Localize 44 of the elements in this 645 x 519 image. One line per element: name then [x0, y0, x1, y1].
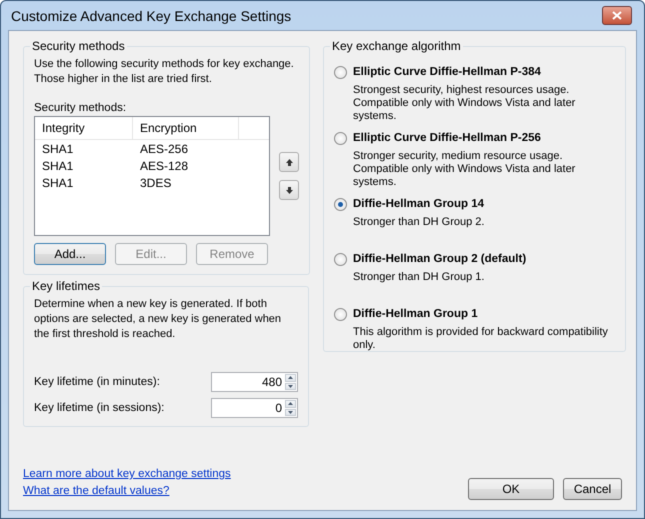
radio-button[interactable]	[334, 198, 347, 210]
security-methods-list[interactable]: Integrity Encryption SHA1 AES-256 SHA1 AES-128 SHA1 3DES	[34, 116, 270, 236]
radio-button[interactable]	[334, 66, 347, 78]
move-down-button[interactable]	[279, 180, 299, 200]
help-link[interactable]: What are the default values?	[23, 483, 170, 500]
option-description: This algorithm is provided for backward compatibility only.	[353, 326, 608, 353]
radio-button[interactable]	[334, 252, 347, 266]
group-title: Key exchange algorithm	[331, 39, 462, 53]
table-cell-text: 3DES	[139, 176, 172, 190]
close-icon	[612, 11, 622, 20]
down-arrow-icon	[286, 186, 292, 194]
dialog-button[interactable]: Cancel	[563, 478, 622, 500]
radio-option[interactable]: Diffie-Hellman Group 1	[334, 305, 615, 323]
option-description: Stronger security, medium resource usage. Compatible only with Windows Vista and later systems.	[353, 150, 576, 189]
field-label: Key lifetime (in sessions):	[34, 402, 164, 414]
group-title: Key lifetimes	[31, 279, 102, 293]
help-link[interactable]: Learn more about key exchange settings	[23, 466, 231, 483]
column-header[interactable]: Integrity	[35, 117, 133, 139]
table-cell-text: AES-128	[139, 158, 190, 172]
radio-option[interactable]: Diffie-Hellman Group 2 (default)	[334, 250, 615, 268]
list-label: Security methods:	[34, 102, 128, 114]
table-cell-text: SHA1	[41, 176, 74, 190]
table-cell-text: SHA1	[41, 142, 74, 156]
option-description: Stronger than DH Group 2.	[353, 216, 486, 230]
radio-option[interactable]: Diffie-Hellman Group 14	[334, 195, 615, 213]
option-description: Stronger than DH Group 1.	[353, 271, 486, 285]
table-cell-text: SHA1	[41, 158, 74, 172]
field-label: Key lifetime (in minutes):	[34, 376, 160, 388]
move-up-button[interactable]	[279, 152, 299, 172]
up-arrow-icon	[286, 158, 292, 166]
column-header[interactable]: Encryption	[133, 117, 239, 139]
list-action-button[interactable]: Add...	[34, 243, 106, 265]
dialog-button[interactable]: OK	[468, 478, 554, 500]
radio-button[interactable]	[334, 308, 347, 320]
window-title: Customize Advanced Key Exchange Settings	[11, 8, 292, 24]
option-description: Strongest security, highest resources usage. Compatible only with Windows Vista and later systems.	[353, 84, 576, 123]
close-button[interactable]	[602, 6, 632, 25]
radio-button[interactable]	[334, 132, 347, 144]
radio-option[interactable]: Elliptic Curve Diffie-Hellman P-256	[334, 129, 615, 147]
table-cell-text: AES-256	[139, 142, 190, 156]
group-title: Security methods	[31, 39, 126, 53]
radio-option[interactable]: Elliptic Curve Diffie-Hellman P-384	[334, 63, 615, 81]
description-text: Use the following security methods for key exchange. Those higher in the list are tried first.	[34, 57, 295, 87]
description-text: Determine when a new key is generated. If both options are selected, a new key is generated when the first threshold is reached.	[34, 297, 282, 342]
